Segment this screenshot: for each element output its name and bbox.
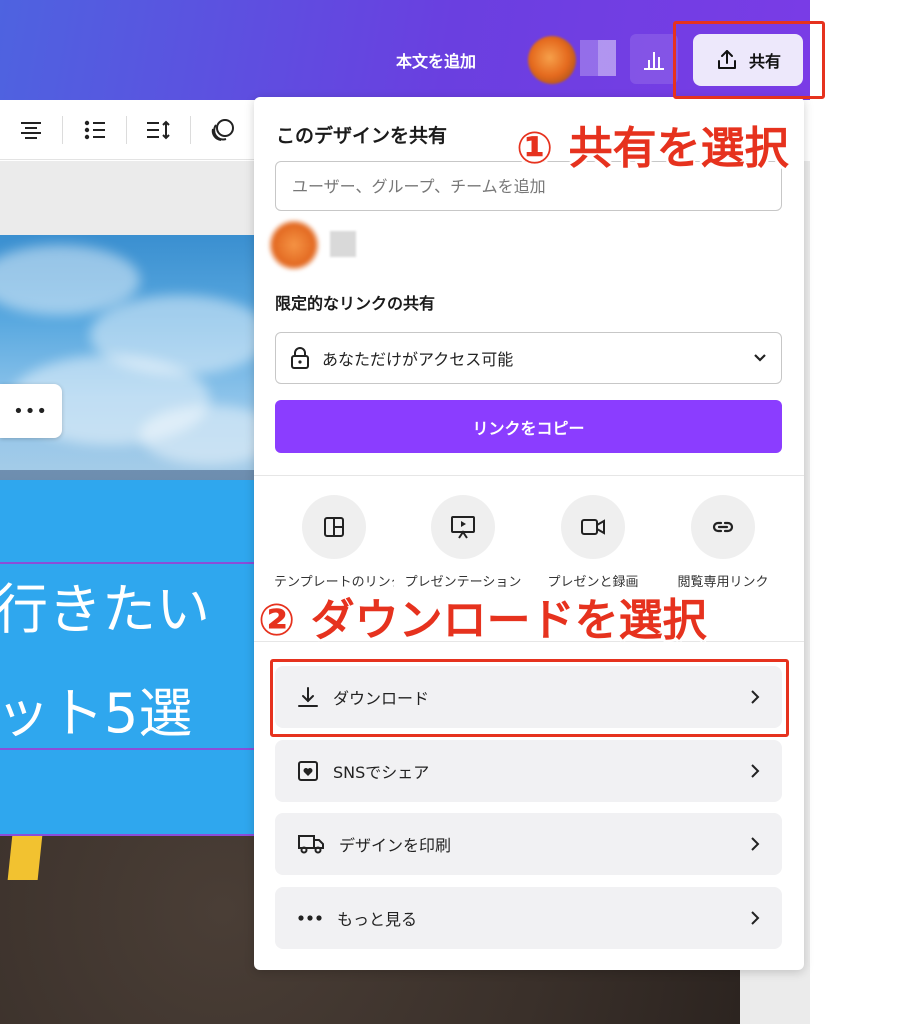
panel-divider [254, 475, 804, 476]
align-button[interactable] [16, 116, 46, 144]
quick-action-template-link[interactable]: テンプレートのリンク [269, 495, 399, 590]
link-section-label: 限定的なリンクの共有 [275, 294, 436, 313]
share-panel-title: このデザインを共有 [276, 125, 448, 147]
see-more-label: もっと見る [337, 910, 418, 929]
selection-outline-top [0, 562, 260, 564]
road-marking [7, 835, 43, 880]
add-text-link[interactable]: 本文を追加 [396, 48, 476, 72]
print-design-button[interactable]: デザインを印刷 [275, 813, 782, 875]
toolbar-separator [126, 116, 127, 144]
share-highlight-box [673, 21, 825, 99]
chevron-down-icon [754, 354, 766, 362]
quick-action-record[interactable]: プレゼンと録画 [528, 495, 658, 590]
member-name-redacted [330, 231, 356, 257]
quick-action-presentation[interactable]: プレゼンテーション [398, 495, 528, 590]
spacing-button[interactable] [144, 116, 174, 144]
effects-button[interactable] [208, 116, 238, 144]
toolbar-separator [62, 116, 63, 144]
annotation-step-1: ① 共有を選択 [516, 123, 789, 174]
video-camera-icon [581, 519, 605, 535]
social-share-label: SNSでシェア [333, 763, 430, 782]
design-title-band[interactable] [0, 480, 260, 835]
line-spacing-icon [147, 120, 170, 140]
copy-link-button[interactable]: リンクをコピー [275, 400, 782, 453]
annotation-step-2: ② ダウンロードを選択 [258, 595, 707, 646]
print-design-label: デザインを印刷 [339, 836, 452, 855]
chevron-right-icon [751, 837, 760, 851]
toolbar-separator [190, 116, 191, 144]
selection-outline-bottom [0, 748, 260, 750]
text-toolbar [0, 100, 260, 160]
heart-card-icon [298, 761, 318, 781]
design-title-line-1[interactable]: 行きたい [0, 580, 210, 640]
chevron-right-icon [751, 764, 760, 778]
element-more-menu[interactable]: ••• [0, 384, 62, 438]
more-dots-icon [298, 915, 322, 921]
access-level-value: あなただけがアクセス可能 [322, 350, 514, 369]
page-margin [810, 0, 898, 1024]
social-share-button[interactable]: SNSでシェア [275, 740, 782, 802]
download-highlight-box [270, 659, 789, 737]
list-button[interactable] [80, 116, 110, 144]
user-avatar[interactable] [528, 36, 576, 84]
see-more-button[interactable]: もっと見る [275, 887, 782, 949]
share-panel: このデザインを共有 限定的なリンクの共有 あなただけがアクセス可能 リンクをコピ… [254, 97, 804, 970]
chevron-right-icon [751, 911, 760, 925]
access-level-select[interactable]: あなただけがアクセス可能 [275, 332, 782, 384]
template-icon [324, 517, 344, 537]
user-avatar-secondary [580, 40, 616, 76]
truck-icon [298, 835, 324, 854]
effects-icon [211, 119, 234, 141]
insights-button[interactable] [630, 34, 678, 84]
presentation-icon [451, 516, 475, 539]
design-sky-photo [0, 235, 260, 485]
link-icon [712, 521, 734, 533]
lock-icon [291, 347, 309, 369]
band-outline-bottom [0, 834, 260, 836]
align-center-icon [21, 122, 41, 139]
more-dots-icon: ••• [13, 400, 48, 422]
quick-action-view-only-link[interactable]: 閲覧専用リンク [658, 495, 788, 590]
bullet-list-icon [84, 120, 105, 140]
member-avatar[interactable] [268, 219, 320, 271]
design-title-line-2[interactable]: ット5選 [0, 684, 192, 744]
bar-chart-icon [644, 52, 664, 70]
